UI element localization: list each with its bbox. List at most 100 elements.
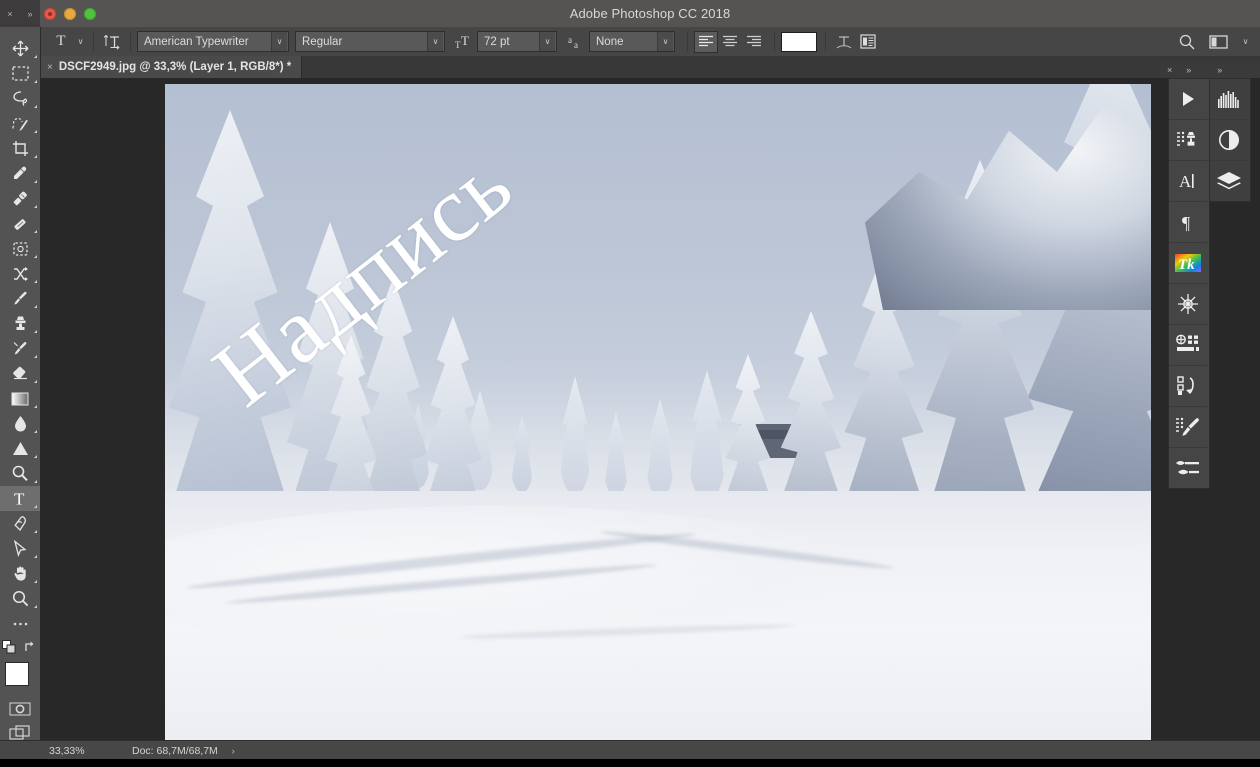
align-left-button[interactable]	[694, 30, 718, 53]
paragraph-panel-icon[interactable]: ¶	[1169, 202, 1207, 243]
color-control-row	[0, 639, 40, 659]
document-canvas[interactable]: Надпись	[165, 84, 1151, 740]
clone-source-panel-icon[interactable]	[1169, 120, 1207, 161]
expand-icon-2[interactable]: »	[1210, 65, 1229, 75]
workspace-chevron-down-icon[interactable]: ∨	[1239, 31, 1252, 52]
status-bar-left-pad	[0, 740, 40, 760]
chevron-down-icon[interactable]: ∨	[427, 32, 443, 51]
tk-panel-icon[interactable]: Tk	[1169, 243, 1207, 284]
patch-tool[interactable]	[0, 211, 40, 236]
layers-panel-icon[interactable]	[1210, 161, 1248, 201]
hand-tool[interactable]	[0, 561, 40, 586]
adjustments-panel-icon[interactable]	[1210, 120, 1248, 161]
font-size-input[interactable]: 72 pt ∨	[477, 31, 557, 52]
quick-mask-icon[interactable]	[9, 702, 31, 721]
swap-colors-icon[interactable]	[24, 640, 38, 659]
document-size-info[interactable]: Doc: 68,7M/68,7M	[120, 745, 218, 757]
eyedropper-tool[interactable]	[0, 161, 40, 186]
anti-aliasing-select[interactable]: None ∨	[589, 31, 675, 52]
document-tab-label: DSCF2949.jpg @ 33,3% (Layer 1, RGB/8*) *	[58, 61, 292, 73]
background-tree	[645, 399, 675, 497]
close-icon[interactable]: ×	[47, 62, 53, 73]
type-tool[interactable]: T	[0, 486, 40, 511]
background-tree	[603, 412, 629, 496]
minimize-window-button[interactable]	[64, 8, 76, 20]
shuffle-tool[interactable]	[0, 261, 40, 286]
brush-presets-panel-icon[interactable]	[1169, 407, 1207, 448]
window-controls[interactable]	[44, 8, 96, 20]
eraser-tool[interactable]	[0, 361, 40, 386]
sponge-tool[interactable]	[0, 461, 40, 486]
edit-toolbar-button[interactable]	[0, 611, 40, 636]
font-size-value: 72 pt	[484, 35, 510, 48]
font-style-value: Regular	[302, 35, 343, 48]
close-icon[interactable]: ×	[1160, 65, 1179, 75]
histogram-panel-icon[interactable]	[1210, 79, 1248, 120]
snow-ground	[165, 490, 1151, 740]
pen-tool[interactable]	[0, 511, 40, 536]
history-panel-icon[interactable]	[1169, 366, 1207, 407]
character-paragraph-panel-button[interactable]	[856, 31, 880, 53]
quick-mask-row	[0, 702, 40, 720]
font-style-select[interactable]: Regular ∨	[295, 31, 445, 52]
search-icon[interactable]	[1175, 31, 1199, 53]
rectangular-marquee-tool[interactable]	[0, 61, 40, 86]
warp-text-button[interactable]	[832, 31, 856, 53]
workspace-switcher-button[interactable]	[1207, 31, 1231, 53]
tool-preset-chevron-down-icon[interactable]: ∨	[74, 31, 87, 52]
brush-tool[interactable]	[0, 286, 40, 311]
move-tool[interactable]	[0, 36, 40, 61]
svg-text:a: a	[574, 40, 578, 50]
options-bar-right-group: ∨	[1175, 31, 1260, 53]
font-family-select[interactable]: American Typewriter ∨	[137, 31, 289, 52]
character-panel-icon[interactable]: A	[1169, 161, 1207, 202]
expand-icon[interactable]: »	[28, 9, 33, 19]
document-tab[interactable]: × DSCF2949.jpg @ 33,3% (Layer 1, RGB/8*)…	[40, 56, 303, 78]
divider	[93, 31, 94, 52]
close-window-button[interactable]	[44, 8, 56, 20]
ski-track	[460, 621, 797, 641]
type-tool-indicator-icon[interactable]: T	[48, 31, 74, 53]
crop-tool[interactable]	[0, 136, 40, 161]
document-tab-strip: × DSCF2949.jpg @ 33,3% (Layer 1, RGB/8*)…	[40, 56, 1260, 79]
text-orientation-icon[interactable]	[100, 31, 124, 53]
ski-track	[224, 561, 658, 608]
chevron-down-icon[interactable]: ∨	[539, 32, 555, 51]
lasso-tool[interactable]	[0, 86, 40, 111]
effects-panel-icon[interactable]	[1169, 284, 1207, 325]
chevron-down-icon[interactable]: ∨	[657, 32, 673, 51]
canvas-work-area[interactable]: Надпись	[40, 78, 1260, 740]
quick-selection-tool[interactable]	[0, 111, 40, 136]
panel-dock-column-a: A ¶ Tk	[1168, 78, 1210, 489]
properties-panel-icon[interactable]	[1169, 325, 1207, 366]
chevron-down-icon[interactable]: ∨	[271, 32, 287, 51]
svg-text:Tk: Tk	[1178, 257, 1195, 273]
foreground-color-swatch[interactable]	[5, 662, 29, 686]
foreground-background-colors[interactable]	[0, 658, 40, 702]
font-family-value: American Typewriter	[144, 35, 249, 48]
actions-panel-icon[interactable]	[1169, 79, 1207, 120]
maximize-window-button[interactable]	[84, 8, 96, 20]
frame-tool[interactable]	[0, 236, 40, 261]
brush-settings-panel-icon[interactable]	[1169, 448, 1207, 488]
anti-aliasing-icon: aa	[565, 31, 589, 53]
dodge-tool[interactable]	[0, 436, 40, 461]
default-colors-icon[interactable]	[2, 639, 16, 659]
history-brush-tool[interactable]	[0, 336, 40, 361]
close-icon[interactable]: ×	[7, 9, 12, 19]
align-right-button[interactable]	[742, 31, 766, 53]
clone-stamp-tool[interactable]	[0, 311, 40, 336]
path-selection-tool[interactable]	[0, 536, 40, 561]
text-color-swatch[interactable]	[781, 31, 817, 52]
status-chevron-right-icon[interactable]: ›	[218, 746, 235, 756]
zoom-level[interactable]: 33,33%	[40, 745, 120, 757]
align-center-button[interactable]	[718, 31, 742, 53]
zoom-tool[interactable]	[0, 586, 40, 611]
divider	[774, 31, 775, 52]
spot-healing-brush-tool[interactable]	[0, 186, 40, 211]
blur-tool[interactable]	[0, 411, 40, 436]
gradient-tool[interactable]	[0, 386, 40, 411]
options-bar: T ∨ American Typewriter ∨ Regular ∨ TT 7…	[40, 27, 1260, 57]
divider	[130, 31, 131, 52]
expand-icon[interactable]: »	[1179, 65, 1198, 75]
